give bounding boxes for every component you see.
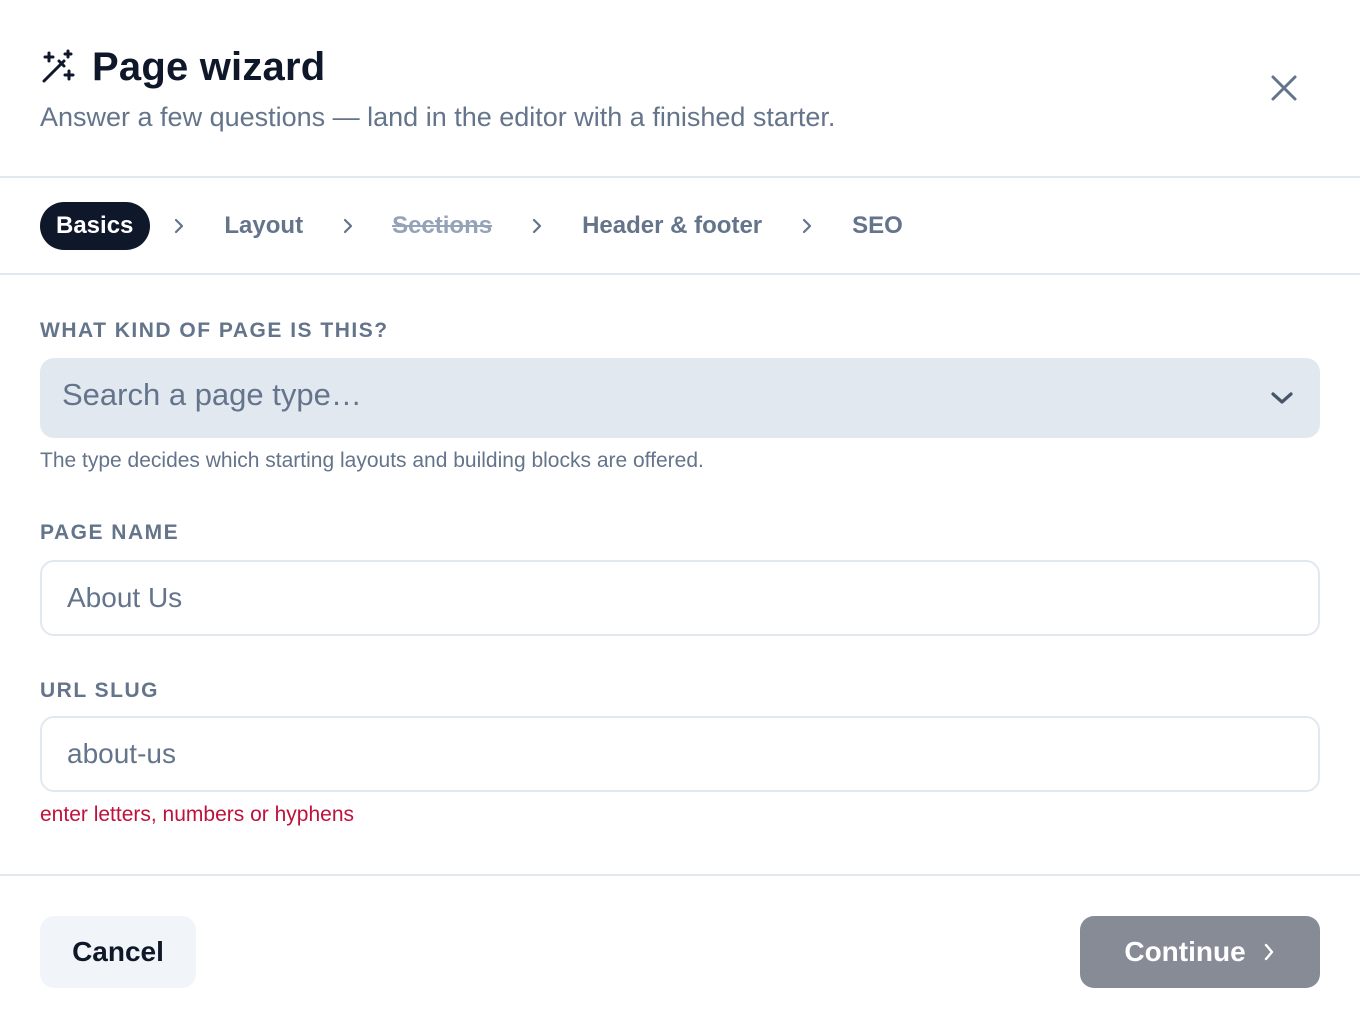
stepper-divider	[0, 273, 1360, 275]
page-name-input[interactable]: About Us	[40, 560, 1320, 636]
chevron-down-icon	[1271, 392, 1293, 404]
step-layout[interactable]: Layout	[224, 212, 303, 240]
continue-button-label: Continue	[1124, 936, 1246, 967]
url-slug-error: enter letters, numbers or hyphens	[40, 803, 354, 826]
page-name-label: PAGE NAME	[40, 521, 180, 544]
dialog-title: Page wizard	[92, 45, 326, 89]
step-basics[interactable]: Basics	[40, 202, 151, 250]
page-type-help: The type decides which starting layouts …	[40, 449, 704, 472]
step-sections[interactable]: Sections	[392, 212, 492, 240]
chevron-right-icon	[341, 216, 355, 236]
page-type-placeholder: Search a page type…	[62, 377, 362, 412]
cancel-button[interactable]: Cancel	[40, 916, 196, 988]
chevron-right-icon	[1262, 942, 1276, 962]
page-type-label: WHAT KIND OF PAGE IS THIS?	[40, 319, 389, 342]
url-slug-label: URL SLUG	[40, 679, 159, 702]
page-name-value: About Us	[67, 582, 183, 613]
url-slug-value: about-us	[67, 738, 176, 769]
step-header-footer[interactable]: Header & footer	[582, 212, 762, 240]
chevron-right-icon	[172, 216, 186, 236]
close-button[interactable]	[1262, 66, 1306, 110]
wizard-stepper: Basics Layout Sections Header & footer S…	[40, 202, 903, 250]
header-divider	[0, 176, 1360, 178]
url-slug-input[interactable]: about-us	[40, 716, 1320, 792]
dialog-header: Page wizard Answer a few questions — lan…	[0, 0, 1360, 177]
dialog-subtitle: Answer a few questions — land in the edi…	[40, 102, 836, 132]
page-type-select[interactable]: Search a page type…	[40, 358, 1320, 438]
continue-button[interactable]: Continue	[1080, 916, 1320, 988]
cancel-button-label: Cancel	[72, 936, 164, 967]
step-seo[interactable]: SEO	[852, 212, 903, 240]
magic-wand-icon	[40, 49, 76, 85]
close-icon	[1271, 75, 1297, 101]
chevron-right-icon	[530, 216, 544, 236]
chevron-right-icon	[800, 216, 814, 236]
title-row: Page wizard	[40, 44, 325, 90]
footer-divider	[0, 874, 1360, 876]
